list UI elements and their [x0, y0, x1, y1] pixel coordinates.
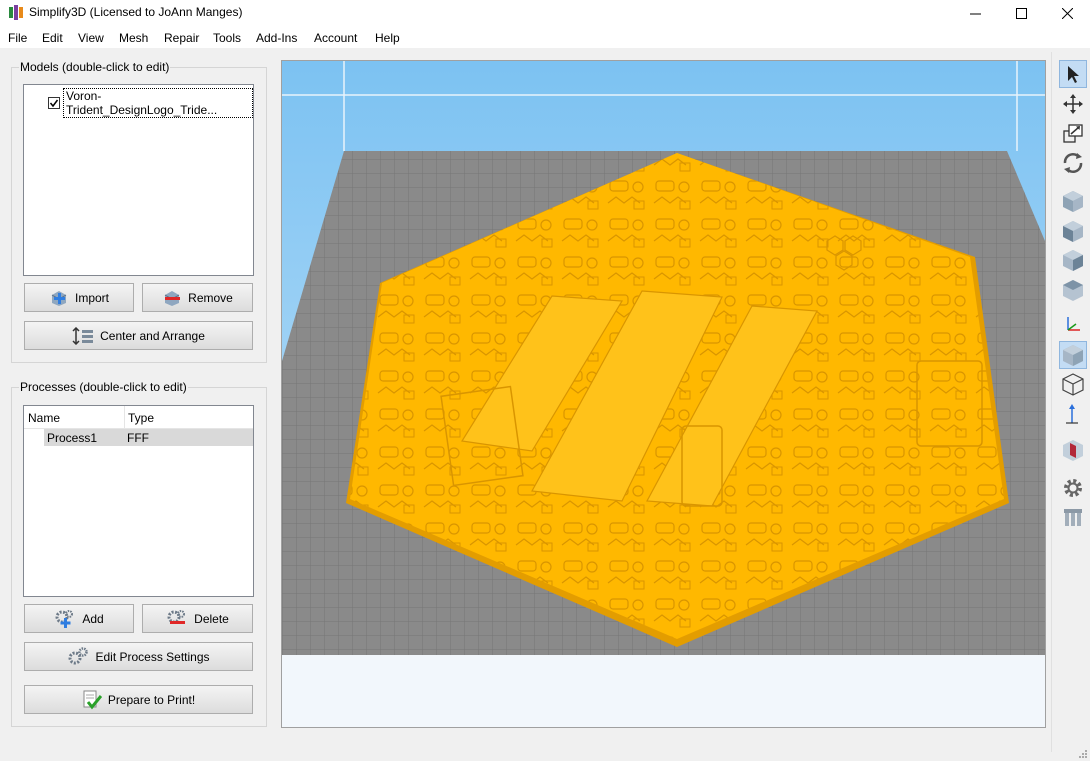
menu-view[interactable]: View — [78, 31, 104, 45]
delete-process-label: Delete — [194, 611, 229, 626]
view-toolbar — [1056, 60, 1090, 540]
supports-icon — [1064, 509, 1082, 526]
menu-tools[interactable]: Tools — [213, 31, 241, 45]
view-top-icon — [1063, 280, 1083, 301]
menu-bar: File Edit View Mesh Repair Tools Add-Ins… — [0, 26, 1090, 48]
processes-table-header: Name Type — [24, 406, 253, 429]
settings-button[interactable] — [1059, 474, 1087, 502]
3d-viewport[interactable] — [281, 60, 1046, 728]
minimize-icon — [969, 13, 981, 14]
delete-gear-icon — [167, 609, 186, 624]
prepare-to-print-button[interactable]: Prepare to Print! — [24, 685, 253, 714]
close-icon — [1061, 7, 1073, 19]
maximize-button[interactable] — [998, 0, 1044, 26]
select-icon — [1068, 66, 1079, 83]
edit-process-settings-button[interactable]: Edit Process Settings — [24, 642, 253, 671]
center-arrange-icon — [72, 326, 94, 345]
prepare-checkmark-icon — [83, 690, 102, 709]
select-tool[interactable] — [1059, 60, 1087, 88]
toolbar-separator — [1051, 52, 1052, 752]
solid-view-button[interactable] — [1059, 341, 1087, 369]
move-icon — [1063, 94, 1083, 114]
import-icon — [51, 290, 67, 306]
axis-arrow-button[interactable] — [1059, 401, 1087, 429]
cross-section-icon — [1063, 440, 1083, 461]
view-front-icon — [1063, 221, 1083, 242]
view-front-button[interactable] — [1059, 217, 1087, 245]
processes-table[interactable]: Name Type Process1 FFF — [23, 405, 254, 597]
process-name-cell: Process1 — [47, 431, 98, 445]
settings-gear-icon — [1064, 479, 1082, 497]
column-header-name[interactable]: Name — [28, 411, 60, 425]
models-group-label: Models (double-click to edit) — [19, 60, 171, 74]
model-list-item[interactable]: Voron-Trident_DesignLogo_Tride... — [48, 88, 253, 118]
column-header-type[interactable]: Type — [128, 411, 154, 425]
remove-icon — [164, 290, 181, 306]
maximize-icon — [1015, 7, 1027, 19]
menu-help[interactable]: Help — [375, 31, 400, 45]
build-plate-scene — [282, 61, 1045, 727]
window-title: Simplify3D (Licensed to JoAnn Manges) — [29, 5, 243, 19]
menu-add-ins[interactable]: Add-Ins — [256, 31, 297, 45]
import-button[interactable]: Import — [24, 283, 134, 312]
view-iso-icon — [1063, 191, 1083, 212]
simplify3d-logo-icon — [9, 5, 23, 20]
cross-section-button[interactable] — [1059, 436, 1087, 464]
add-process-label: Add — [82, 611, 104, 626]
column-divider — [124, 406, 125, 428]
model-name: Voron-Trident_DesignLogo_Tride... — [63, 88, 253, 118]
view-side-button[interactable] — [1059, 246, 1087, 274]
solid-view-icon — [1063, 345, 1083, 366]
close-button[interactable] — [1044, 0, 1090, 26]
rotate-icon — [1063, 153, 1083, 173]
remove-label: Remove — [188, 290, 233, 305]
menu-file[interactable]: File — [8, 31, 27, 45]
edit-process-settings-label: Edit Process Settings — [95, 649, 210, 664]
rotate-tool[interactable] — [1059, 149, 1087, 177]
process-type-cell: FFF — [127, 431, 149, 445]
minimize-button[interactable] — [952, 0, 998, 26]
axes-toggle-button[interactable] — [1059, 311, 1087, 339]
delete-process-button[interactable]: Delete — [142, 604, 253, 633]
remove-button[interactable]: Remove — [142, 283, 253, 312]
scale-icon — [1063, 124, 1083, 143]
wireframe-view-button[interactable] — [1059, 370, 1087, 398]
move-tool[interactable] — [1059, 90, 1087, 118]
check-icon — [49, 99, 59, 108]
add-gear-icon — [55, 609, 74, 628]
view-iso-button[interactable] — [1059, 187, 1087, 215]
view-top-button[interactable] — [1059, 276, 1087, 304]
menu-edit[interactable]: Edit — [42, 31, 63, 45]
add-process-button[interactable]: Add — [24, 604, 134, 633]
wireframe-view-icon — [1062, 373, 1084, 396]
menu-repair[interactable]: Repair — [164, 31, 199, 45]
models-list[interactable]: Voron-Trident_DesignLogo_Tride... — [23, 84, 254, 276]
gears-icon — [68, 646, 89, 664]
axis-arrow-icon — [1066, 404, 1078, 424]
axes-icon — [1067, 317, 1080, 331]
menu-account[interactable]: Account — [314, 31, 357, 45]
processes-group-label: Processes (double-click to edit) — [19, 380, 188, 394]
scale-tool[interactable] — [1059, 119, 1087, 147]
center-arrange-label: Center and Arrange — [100, 328, 205, 343]
center-arrange-button[interactable]: Center and Arrange — [24, 321, 253, 350]
supports-button[interactable] — [1059, 503, 1087, 531]
menu-mesh[interactable]: Mesh — [119, 31, 148, 45]
table-row[interactable]: Process1 FFF — [44, 429, 253, 446]
model-checkbox[interactable] — [48, 97, 60, 109]
size-grip-icon[interactable] — [1078, 749, 1088, 759]
prepare-to-print-label: Prepare to Print! — [107, 692, 196, 707]
view-side-icon — [1063, 250, 1083, 271]
import-label: Import — [74, 290, 109, 305]
title-bar: Simplify3D (Licensed to JoAnn Manges) — [0, 0, 1090, 26]
